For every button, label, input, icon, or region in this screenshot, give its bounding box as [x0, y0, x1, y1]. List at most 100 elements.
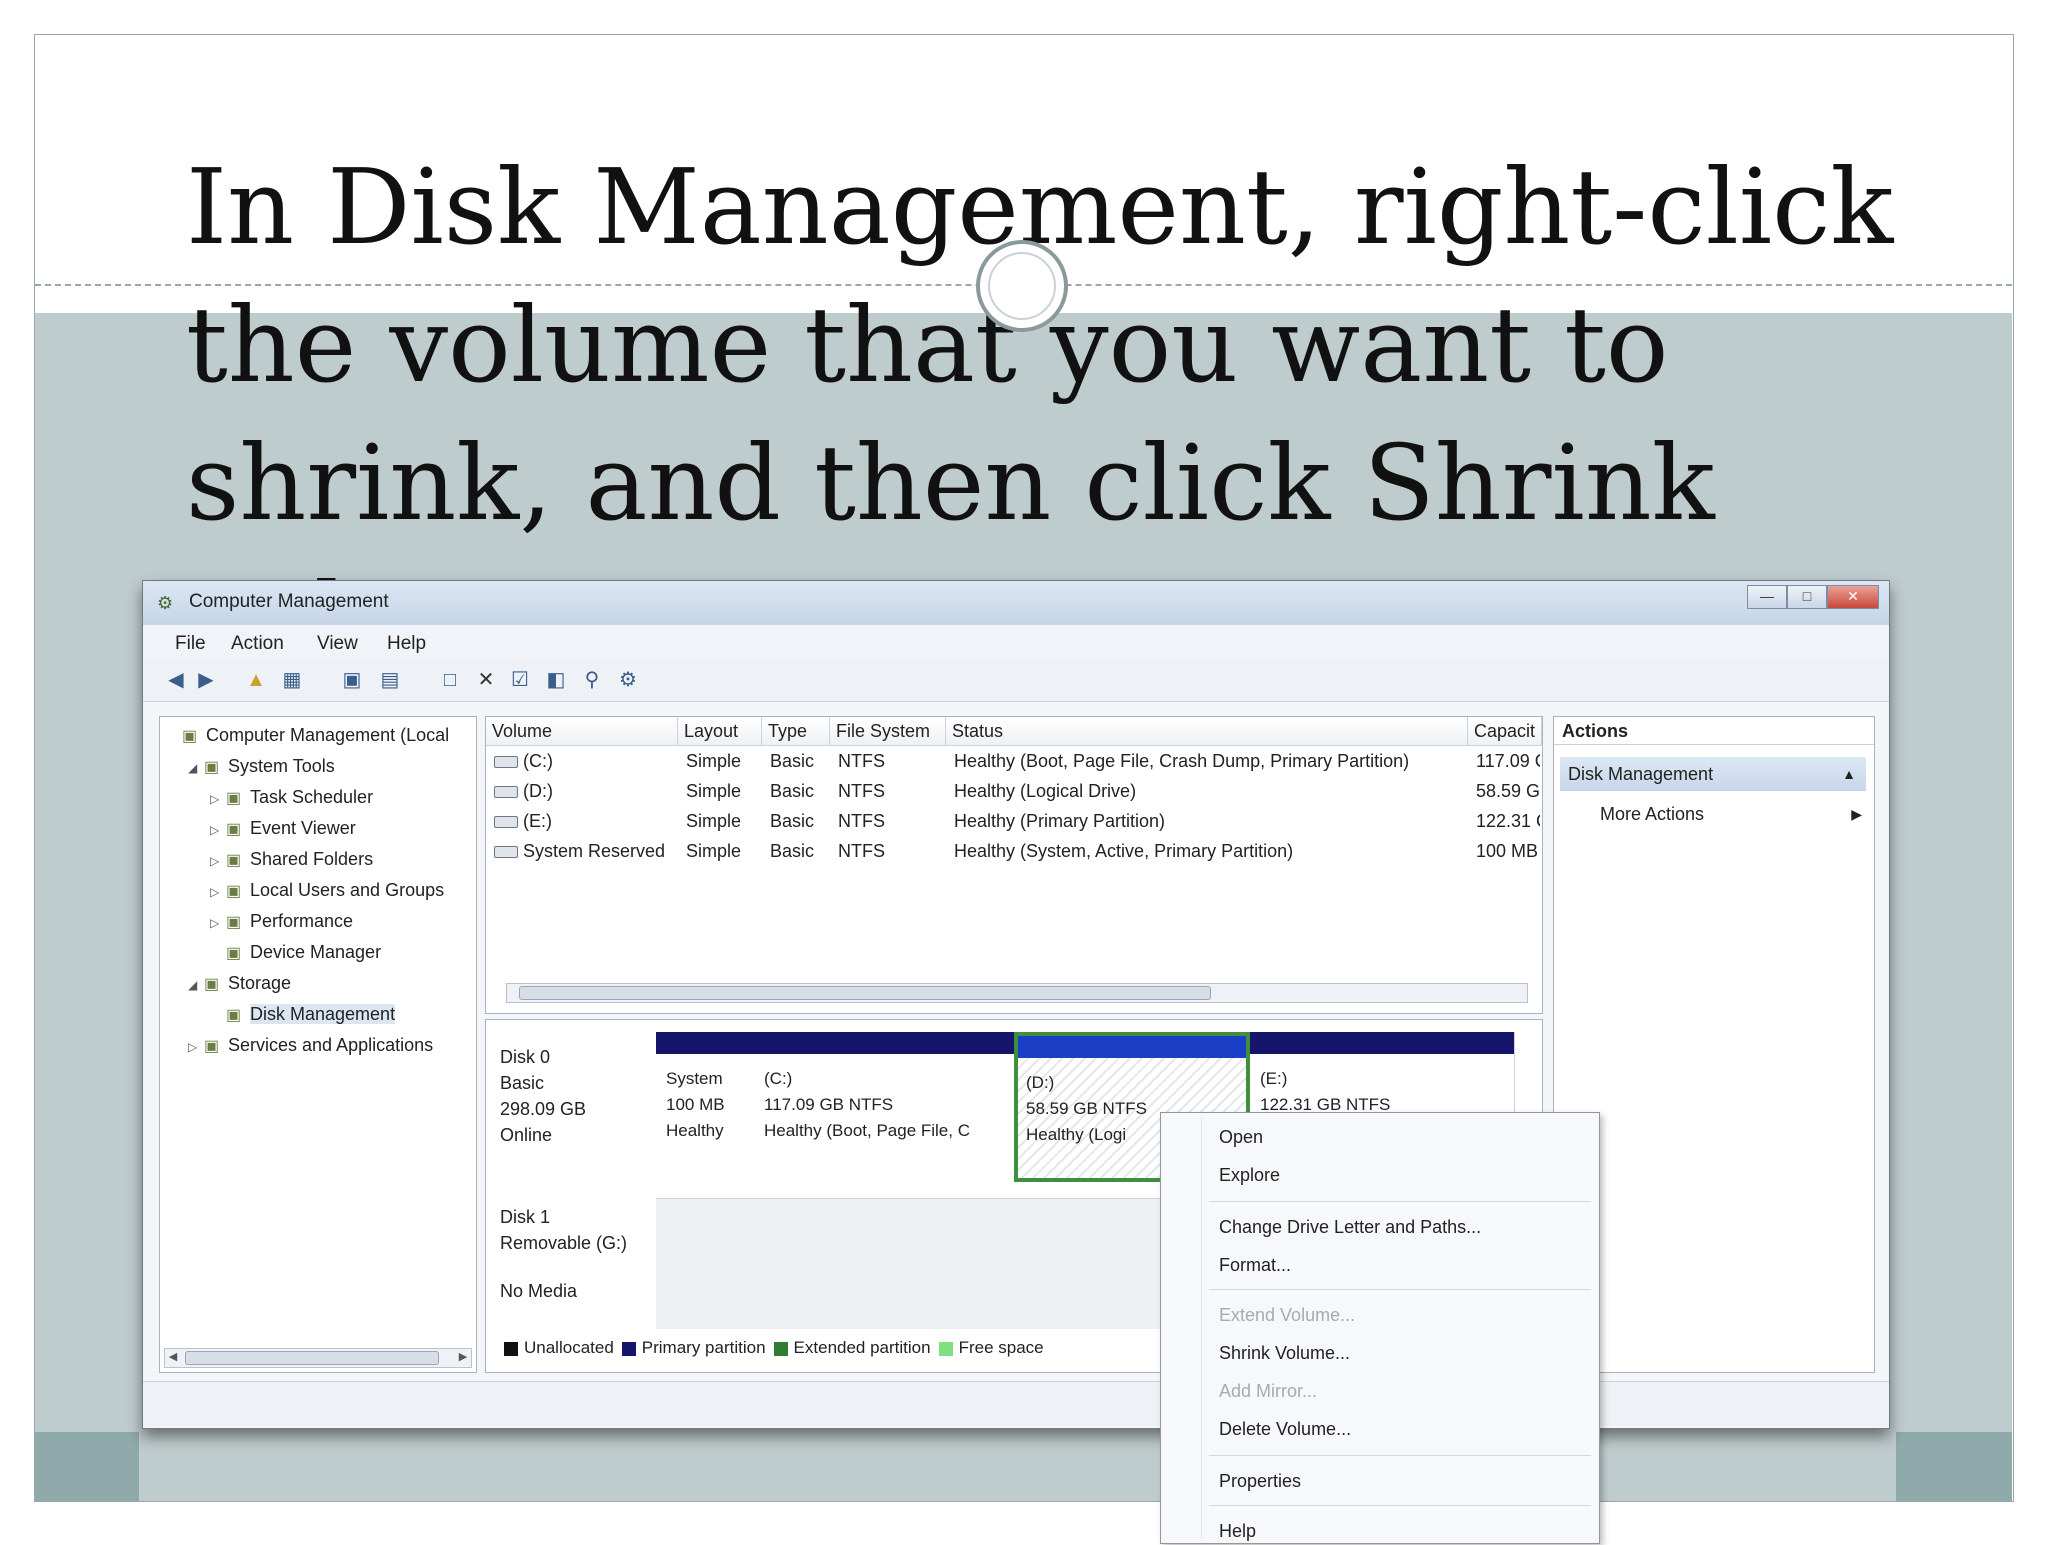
tree-item-label: Computer Management (Local — [206, 725, 450, 745]
partition-c[interactable]: (C:) 117.09 GB NTFS Healthy (Boot, Page … — [754, 1032, 1015, 1182]
users-icon: ▣ — [226, 883, 242, 900]
table-row[interactable]: System Reserved Simple Basic NTFS Healthy (S… — [486, 837, 1542, 865]
table-row[interactable]: (E:) Simple Basic NTFS Healthy (Primary Part… — [486, 807, 1542, 835]
table-row[interactable]: (C:) Simple Basic NTFS Healthy (Boot, Page F… — [486, 747, 1542, 775]
properties-icon[interactable]: ▣ — [339, 667, 365, 693]
back-arrow-icon[interactable]: ◀ — [163, 667, 189, 693]
expand-arrow-icon[interactable]: ◢ — [188, 754, 204, 782]
tree-scrollbar[interactable]: ◀ ▶ — [164, 1348, 472, 1368]
close-button[interactable]: ✕ — [1827, 585, 1879, 609]
drive-icon — [494, 846, 518, 859]
partition-name: (C:) — [764, 1069, 793, 1088]
tree-item[interactable]: ▣ Computer Management (Local — [166, 721, 449, 749]
expand-arrow-icon[interactable]: ▷ — [210, 785, 226, 813]
expand-arrow-icon[interactable]: ◢ — [188, 971, 204, 999]
maximize-button[interactable]: □ — [1787, 585, 1827, 609]
check-icon[interactable]: ☑ — [507, 667, 533, 693]
menu-help[interactable]: Help — [387, 633, 426, 655]
table-cell: NTFS — [838, 777, 944, 805]
scroll-right-icon[interactable]: ▶ — [455, 1349, 471, 1365]
context-menu-item[interactable]: Properties — [1219, 1467, 1301, 1495]
table-cell: Simple — [686, 747, 760, 775]
expand-arrow-icon[interactable]: ▷ — [210, 816, 226, 844]
expand-arrow-icon[interactable]: ▷ — [210, 909, 226, 937]
expand-arrow-icon[interactable]: ▷ — [210, 878, 226, 906]
computer-management-window: ⚙ Computer Management — □ ✕ File Action … — [142, 580, 1890, 1429]
column-header[interactable]: Capacit — [1468, 717, 1542, 745]
tree-item[interactable]: ▷ ▣ Event Viewer — [210, 814, 356, 842]
scroll-left-icon[interactable]: ◀ — [165, 1349, 181, 1365]
forward-arrow-icon[interactable]: ▶ — [193, 667, 219, 693]
tree-item-label: Device Manager — [250, 942, 382, 962]
menu-action[interactable]: Action — [231, 633, 284, 655]
expand-arrow-icon[interactable]: ▷ — [188, 1033, 204, 1061]
refresh-icon[interactable]: □ — [437, 667, 463, 693]
column-header[interactable]: Status — [946, 717, 1468, 745]
delete-icon[interactable]: ✕ — [473, 667, 499, 693]
tree-item[interactable]: ◢ ▣ System Tools — [188, 752, 335, 780]
more-actions[interactable]: More Actions ▶ — [1600, 799, 1862, 829]
tree-item-label: Services and Applications — [228, 1035, 434, 1055]
tree-item-label: Task Scheduler — [250, 787, 374, 807]
table-cell: Basic — [770, 777, 828, 805]
disk-legend: Unallocated Primary partition Extended par… — [496, 1338, 1044, 1358]
context-menu-item[interactable]: Shrink Volume... — [1219, 1339, 1350, 1367]
column-header[interactable]: File System — [830, 717, 946, 745]
tree-item[interactable]: ▣ Device Manager — [210, 938, 381, 966]
cell-text: NTFS — [838, 841, 885, 861]
tree-item-label: Performance — [250, 911, 354, 931]
expand-arrow-icon[interactable]: ▷ — [210, 847, 226, 875]
drive-icon — [494, 756, 518, 769]
context-menu-separator — [1209, 1455, 1591, 1456]
tree-item[interactable]: ▷ ▣ Task Scheduler — [210, 783, 373, 811]
help-pane-icon[interactable]: ▤ — [377, 667, 403, 693]
context-menu-item[interactable]: Explore — [1219, 1161, 1280, 1189]
context-menu-item[interactable]: Change Drive Letter and Paths... — [1219, 1213, 1481, 1241]
partition-system-reserved[interactable]: System 100 MB Healthy — [656, 1032, 755, 1182]
context-menu-item[interactable]: Help — [1219, 1517, 1256, 1545]
collapse-up-icon[interactable]: ▲ — [1842, 757, 1856, 791]
context-menu-item[interactable]: Open — [1219, 1123, 1263, 1151]
table-row[interactable]: (D:) Simple Basic NTFS Healthy (Logical Driv… — [486, 777, 1542, 805]
cell-text: (D:) — [523, 781, 553, 801]
tree-item[interactable]: ▷ ▣ Shared Folders — [210, 845, 373, 873]
scroll-thumb[interactable] — [185, 1351, 439, 1365]
column-header[interactable]: Layout — [678, 717, 762, 745]
column-header[interactable]: Volume — [486, 717, 678, 745]
volume-list: Volume Layout Type File System Status Capacit… — [485, 716, 1543, 1014]
cell-text: 100 MB — [1476, 841, 1539, 861]
tree-item[interactable]: ▷ ▣ Services and Applications — [188, 1031, 433, 1059]
volume-list-scrollbar[interactable] — [506, 983, 1528, 1003]
slide-footer-block-right — [1896, 1432, 2012, 1501]
minimize-button[interactable]: — — [1747, 585, 1787, 609]
show-hide-tree-icon[interactable]: ▦ — [279, 667, 305, 693]
menu-file[interactable]: File — [175, 633, 206, 655]
up-folder-icon[interactable]: ▲ — [243, 667, 269, 693]
cell-text: 58.59 G — [1476, 781, 1540, 801]
actions-section-disk-management[interactable]: Disk Management ▲ — [1560, 757, 1866, 791]
open-folder-icon[interactable]: ◧ — [543, 667, 569, 693]
scroll-thumb[interactable] — [519, 986, 1211, 1000]
window-controls: — □ ✕ — [1747, 585, 1879, 609]
computer-icon: ▣ — [182, 728, 198, 745]
table-cell: NTFS — [838, 837, 944, 865]
tree-item[interactable]: ▣ Disk Management — [210, 1000, 396, 1028]
search-icon[interactable]: ⚲ — [579, 667, 605, 693]
table-cell: NTFS — [838, 747, 944, 775]
tree-item[interactable]: ◢ ▣ Storage — [188, 969, 291, 997]
legend-label: Free space — [958, 1338, 1044, 1357]
window-title: Computer Management — [189, 591, 389, 612]
context-menu-item[interactable]: Format... — [1219, 1251, 1291, 1279]
column-header[interactable]: Type — [762, 717, 830, 745]
table-cell: Simple — [686, 837, 760, 865]
tree-item-label: Event Viewer — [250, 818, 356, 838]
disk-1-name: Disk 1 — [500, 1207, 551, 1227]
disk-settings-icon[interactable]: ⚙ — [615, 667, 641, 693]
menu-view[interactable]: View — [317, 633, 358, 655]
disk-0-state: Online — [500, 1125, 553, 1145]
context-menu-item[interactable]: Delete Volume... — [1219, 1415, 1351, 1443]
partition-size: 117.09 GB NTFS — [764, 1095, 894, 1114]
tree-item[interactable]: ▷ ▣ Local Users and Groups — [210, 876, 444, 904]
tree-item[interactable]: ▷ ▣ Performance — [210, 907, 353, 935]
legend-label: Extended partition — [793, 1338, 931, 1357]
